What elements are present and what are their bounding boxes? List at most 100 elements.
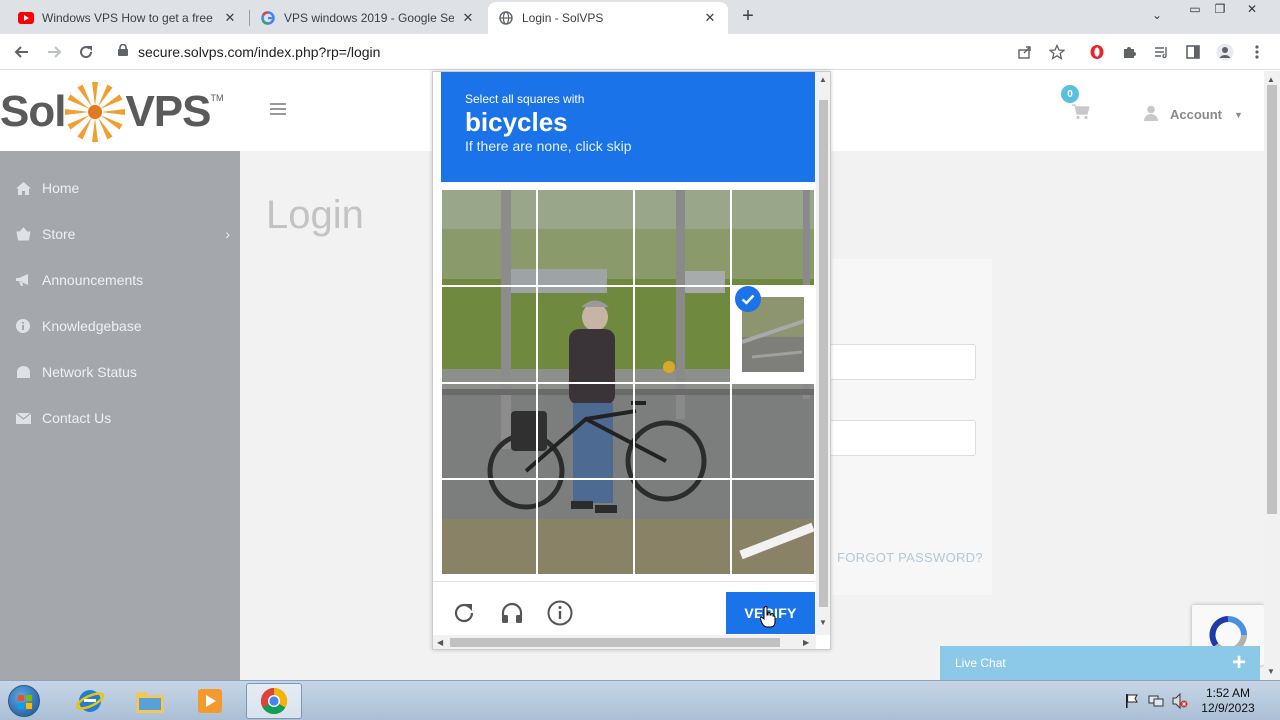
minimize-icon[interactable]: ▭ — [1185, 0, 1205, 18]
start-button[interactable] — [4, 683, 44, 719]
captcha-vertical-scrollbar[interactable]: ▲ ▼ — [816, 72, 830, 635]
chrome-taskbar-icon[interactable] — [246, 683, 302, 719]
new-tab-button[interactable]: + — [738, 5, 758, 27]
side-panel-icon[interactable] — [1184, 43, 1202, 61]
captcha-tile[interactable] — [441, 383, 537, 479]
sidebar-item-announcements[interactable]: Announcements — [0, 257, 240, 303]
lock-icon[interactable] — [118, 43, 128, 61]
sidebar-item-label: Knowledgebase — [42, 318, 142, 334]
mouse-cursor-hand-icon — [759, 606, 776, 633]
close-tab-icon[interactable]: ✕ — [702, 10, 718, 26]
sidebar-item-home[interactable]: Home — [0, 165, 240, 211]
forgot-password-link[interactable]: FORGOT PASSWORD? — [837, 550, 983, 565]
audio-challenge-headphones-icon[interactable] — [499, 600, 525, 626]
captcha-tile[interactable] — [731, 189, 815, 286]
checkmark-icon — [735, 286, 761, 312]
captcha-tile[interactable] — [731, 383, 815, 479]
envelope-icon — [15, 410, 31, 426]
captcha-image-grid — [441, 189, 815, 575]
plus-icon[interactable]: + — [1232, 651, 1246, 675]
scrollbar-thumb[interactable] — [1267, 85, 1277, 514]
captcha-tile[interactable] — [634, 479, 731, 575]
caret-down-icon: ▼ — [1234, 109, 1243, 120]
scroll-up-arrow-icon[interactable]: ▲ — [1267, 75, 1275, 84]
globe-icon — [498, 10, 514, 26]
browser-tab-youtube[interactable]: Windows VPS How to get a free V ✕ — [8, 2, 248, 34]
page-scrollbar[interactable]: ▲ ▼ — [1264, 71, 1280, 680]
clock-date: 12/9/2023 — [1201, 701, 1255, 715]
sidebar-item-label: Announcements — [42, 272, 144, 288]
reload-icon[interactable] — [76, 42, 96, 62]
close-tab-icon[interactable]: ✕ — [460, 10, 476, 26]
captcha-tile[interactable] — [634, 189, 731, 286]
captcha-tile[interactable] — [537, 479, 634, 575]
bookmark-star-icon[interactable] — [1048, 43, 1066, 61]
captcha-tile[interactable] — [441, 189, 537, 286]
cart-icon[interactable] — [1072, 104, 1090, 125]
volume-muted-icon[interactable] — [1172, 692, 1188, 710]
scrollbar-thumb[interactable] — [819, 100, 828, 607]
back-icon[interactable] — [12, 42, 32, 62]
captcha-tile[interactable] — [441, 479, 537, 575]
captcha-tile[interactable] — [537, 286, 634, 383]
sidebar-item-contact-us[interactable]: Contact Us — [0, 395, 240, 441]
forward-icon[interactable] — [44, 42, 64, 62]
scroll-left-arrow-icon[interactable]: ◀ — [437, 638, 443, 647]
captcha-tile[interactable] — [537, 383, 634, 479]
network-tray-icon[interactable] — [1148, 693, 1164, 709]
close-window-icon[interactable]: ✕ — [1242, 0, 1262, 18]
sidebar-item-store[interactable]: Store › — [0, 211, 240, 257]
sidebar-item-label: Store — [42, 226, 76, 242]
account-menu[interactable]: Account ▼ — [1144, 105, 1243, 124]
captcha-tile[interactable] — [731, 479, 815, 575]
scrollbar-thumb[interactable] — [450, 638, 780, 647]
profile-avatar-icon[interactable] — [1216, 43, 1234, 61]
browser-tab-google[interactable]: VPS windows 2019 - Google Sea ✕ — [250, 2, 486, 34]
file-explorer-taskbar-icon[interactable] — [122, 683, 178, 719]
browser-toolbar: secure.solvps.com/index.php?rp=/login — [0, 34, 1280, 70]
google-icon — [260, 10, 276, 26]
scroll-down-arrow-icon[interactable]: ▼ — [1267, 667, 1275, 676]
captcha-horizontal-scrollbar[interactable]: ◀ ▶ — [433, 635, 816, 649]
captcha-tile[interactable] — [634, 383, 731, 479]
captcha-tile[interactable] — [537, 189, 634, 286]
system-clock[interactable]: 1:52 AM 12/9/2023 — [1196, 686, 1260, 716]
reload-challenge-icon[interactable] — [451, 600, 477, 626]
password-field[interactable] — [826, 420, 976, 456]
sun-logo-icon — [65, 79, 126, 145]
help-info-icon[interactable] — [547, 600, 573, 626]
chevron-right-icon: › — [225, 226, 230, 242]
info-icon — [15, 318, 31, 334]
internet-explorer-taskbar-icon[interactable] — [62, 683, 118, 719]
restore-icon[interactable]: ❐ — [1210, 0, 1230, 18]
menu-toggle-icon[interactable] — [270, 103, 286, 117]
sidebar-item-network-status[interactable]: Network Status — [0, 349, 240, 395]
opera-extension-icon[interactable] — [1088, 43, 1106, 61]
tab-search-chevron-icon[interactable]: ⌄ — [1152, 8, 1162, 22]
trademark-mark: TM — [210, 93, 224, 103]
media-player-taskbar-icon[interactable] — [182, 683, 238, 719]
reading-list-icon[interactable] — [1152, 43, 1170, 61]
browser-tab-solvps[interactable]: Login - SolVPS ✕ — [488, 2, 728, 34]
scroll-down-arrow-icon[interactable]: ▼ — [819, 618, 827, 627]
store-icon — [15, 226, 31, 242]
home-icon — [15, 180, 31, 196]
action-center-flag-icon[interactable] — [1124, 693, 1140, 709]
scroll-up-arrow-icon[interactable]: ▲ — [819, 75, 827, 84]
address-bar[interactable]: secure.solvps.com/index.php?rp=/login — [108, 37, 1080, 67]
share-icon[interactable] — [1016, 43, 1034, 61]
recaptcha-challenge: Select all squares with bicycles If ther… — [432, 71, 831, 650]
more-menu-icon[interactable] — [1248, 43, 1266, 61]
sidebar: Home Store › Announcements Knowledgebase… — [0, 151, 240, 680]
live-chat-bar[interactable]: Live Chat + — [940, 646, 1260, 680]
logo-text-right: VPS — [125, 87, 211, 136]
sidebar-item-knowledgebase[interactable]: Knowledgebase — [0, 303, 240, 349]
scroll-right-arrow-icon[interactable]: ▶ — [803, 638, 809, 647]
extensions-puzzle-icon[interactable] — [1120, 43, 1138, 61]
close-tab-icon[interactable]: ✕ — [222, 10, 238, 26]
captcha-tile[interactable] — [634, 286, 731, 383]
solvps-logo[interactable]: Sol VPS TM — [0, 79, 224, 145]
network-icon — [15, 364, 31, 380]
captcha-tile[interactable] — [441, 286, 537, 383]
email-field[interactable] — [826, 344, 976, 380]
